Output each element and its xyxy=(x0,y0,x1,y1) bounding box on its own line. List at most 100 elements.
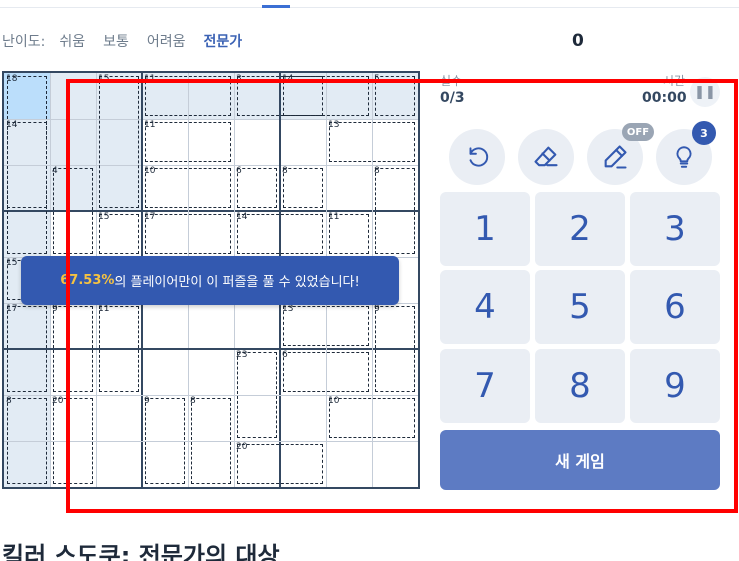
board-cell[interactable] xyxy=(188,349,234,395)
board-cell[interactable] xyxy=(96,349,142,395)
board-cell[interactable] xyxy=(234,303,280,349)
board-cell[interactable] xyxy=(234,119,280,165)
cage-sum: 8 xyxy=(374,166,380,176)
board-cell[interactable] xyxy=(372,349,418,395)
board-cell[interactable] xyxy=(96,119,142,165)
completion-rate-toast: 67.53% 의 플레이어만이 이 퍼즐을 풀 수 있었습니다! xyxy=(21,256,399,305)
cage-sum: 11 xyxy=(98,304,110,314)
toast-percent: 67.53% xyxy=(60,273,115,288)
cage-sum: 9 xyxy=(374,304,380,314)
cage-sum: 11 xyxy=(144,74,156,84)
board-cell[interactable] xyxy=(326,303,372,349)
cage-sum: 9 xyxy=(144,396,150,406)
time-value: 00:00 xyxy=(642,90,687,106)
board-cell[interactable] xyxy=(280,395,326,441)
cage-sum: 15 xyxy=(98,74,110,84)
board-cell[interactable] xyxy=(326,165,372,211)
grid-line xyxy=(4,394,418,396)
new-game-button[interactable]: 새 게임 xyxy=(440,430,720,490)
board-cell[interactable] xyxy=(188,165,234,211)
difficulty-label: 난이도: xyxy=(2,34,46,50)
board-cell[interactable] xyxy=(326,73,372,119)
cage-sum: 18 xyxy=(6,74,18,84)
board-cell[interactable] xyxy=(326,441,372,487)
board-cell[interactable] xyxy=(372,119,418,165)
board-cell[interactable] xyxy=(234,395,280,441)
cage-sum: 14 xyxy=(6,120,18,130)
cage-sum: 15 xyxy=(6,258,18,268)
numpad-key-2[interactable]: 2 xyxy=(535,192,625,266)
board-cell[interactable] xyxy=(96,395,142,441)
board-cell[interactable] xyxy=(188,303,234,349)
cage-sum: 5 xyxy=(374,74,380,84)
board-cell[interactable] xyxy=(4,441,50,487)
hints-remaining-badge: 3 xyxy=(692,121,716,145)
toast-message: 의 플레이어만이 이 퍼즐을 풀 수 있었습니다! xyxy=(114,275,360,290)
cage-sum: 13 xyxy=(282,304,294,314)
numpad-key-9[interactable]: 9 xyxy=(630,349,720,423)
cage-sum: 6 xyxy=(282,350,288,360)
active-tab-indicator xyxy=(262,5,290,8)
cage-sum: 9 xyxy=(52,304,58,314)
board-cell[interactable] xyxy=(4,349,50,395)
board-cell[interactable] xyxy=(188,211,234,257)
board-cell[interactable] xyxy=(96,165,142,211)
page-heading: 킬러 스도쿠: 전문가의 대상 xyxy=(2,542,280,561)
difficulty-hard[interactable]: 어려움 xyxy=(147,31,186,51)
board-cell[interactable] xyxy=(50,119,96,165)
board-cell[interactable] xyxy=(372,211,418,257)
score-value: 0 xyxy=(572,31,584,51)
board-cell[interactable] xyxy=(50,349,96,395)
board-cell[interactable] xyxy=(96,441,142,487)
board-cell[interactable] xyxy=(188,73,234,119)
board-cell[interactable] xyxy=(50,73,96,119)
board-cell[interactable] xyxy=(280,211,326,257)
cage-sum: 6 xyxy=(236,166,242,176)
difficulty-selector: 난이도: 쉬움 보통 어려움 전문가 xyxy=(2,31,260,51)
board-cell[interactable] xyxy=(142,441,188,487)
board-cell[interactable] xyxy=(326,349,372,395)
numpad-key-1[interactable]: 1 xyxy=(440,192,530,266)
board-cell[interactable] xyxy=(4,165,50,211)
board-cell[interactable] xyxy=(372,395,418,441)
cage-sum: 11 xyxy=(144,120,156,130)
difficulty-expert[interactable]: 전문가 xyxy=(204,31,243,51)
cage-sum: 20 xyxy=(236,442,248,452)
mistakes-value: 0/3 xyxy=(440,90,465,106)
board-cell[interactable] xyxy=(280,119,326,165)
pause-button[interactable]: ❚❚ xyxy=(690,77,720,107)
undo-icon xyxy=(469,147,489,167)
board-cell[interactable] xyxy=(4,211,50,257)
board-cell[interactable] xyxy=(142,349,188,395)
undo-button[interactable] xyxy=(449,129,505,185)
grid-line xyxy=(4,440,418,442)
numpad-key-3[interactable]: 3 xyxy=(630,192,720,266)
board-cell[interactable] xyxy=(188,119,234,165)
erase-button[interactable] xyxy=(518,129,574,185)
top-divider xyxy=(0,7,739,8)
board-cell[interactable] xyxy=(50,211,96,257)
difficulty-easy[interactable]: 쉬움 xyxy=(59,31,85,51)
pencil-icon xyxy=(604,145,627,169)
cage-sum: 20 xyxy=(52,396,64,406)
numpad-key-5[interactable]: 5 xyxy=(535,270,625,344)
cage-sum: 4 xyxy=(52,166,58,176)
board-cell[interactable] xyxy=(372,441,418,487)
eraser-icon xyxy=(534,146,558,167)
numpad-key-8[interactable]: 8 xyxy=(535,349,625,423)
board-cell[interactable] xyxy=(142,303,188,349)
grid-line xyxy=(4,164,418,166)
board-cell[interactable] xyxy=(50,441,96,487)
cage-sum: 23 xyxy=(236,350,248,360)
numpad-key-6[interactable]: 6 xyxy=(630,270,720,344)
cage-sum: 14 xyxy=(236,212,248,222)
lightbulb-icon xyxy=(676,146,692,168)
board-cell[interactable] xyxy=(280,441,326,487)
board-cell[interactable] xyxy=(188,441,234,487)
cage-sum: 3 xyxy=(236,74,242,84)
difficulty-medium[interactable]: 보통 xyxy=(103,31,129,51)
numpad-key-4[interactable]: 4 xyxy=(440,270,530,344)
grid-line xyxy=(4,210,418,212)
cage-sum: 8 xyxy=(6,396,12,406)
numpad-key-7[interactable]: 7 xyxy=(440,349,530,423)
